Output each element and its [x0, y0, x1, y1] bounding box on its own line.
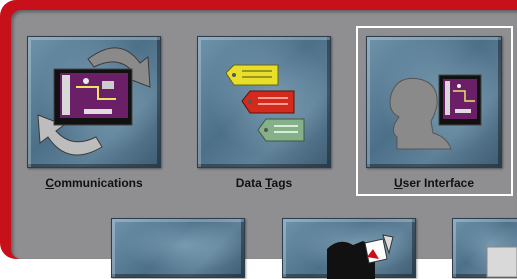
user-interface-label[interactable]: User Interface [349, 176, 517, 190]
data-tags-label[interactable]: Data Tags [179, 176, 349, 190]
data-tags-icon [225, 64, 305, 142]
tile-5[interactable] [282, 218, 416, 279]
user-interface-icon [389, 74, 482, 150]
tile-6-icon [486, 246, 517, 278]
communications-tile[interactable] [27, 36, 161, 168]
user-interface-tile[interactable] [366, 36, 502, 168]
communications-icon [37, 47, 151, 156]
tile-4[interactable] [111, 218, 245, 278]
tile-5-icon [327, 234, 394, 279]
data-tags-tile[interactable] [197, 36, 331, 168]
tile-6[interactable] [452, 218, 517, 278]
communications-label[interactable]: Communications [9, 176, 179, 190]
